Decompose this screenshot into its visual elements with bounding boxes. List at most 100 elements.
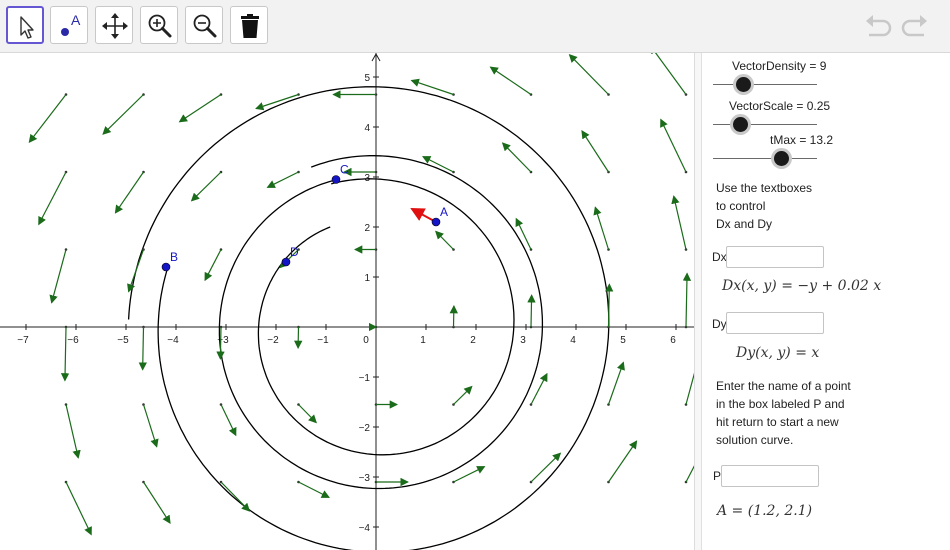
field-vector bbox=[190, 171, 222, 202]
field-vector bbox=[593, 206, 610, 250]
redo-icon bbox=[901, 15, 927, 37]
slider-tmax-knob[interactable] bbox=[774, 151, 789, 166]
x-tick-label: 3 bbox=[520, 335, 526, 346]
field-vector bbox=[298, 404, 317, 424]
y-tick-label: 5 bbox=[364, 73, 370, 84]
x-tick-label: −4 bbox=[167, 335, 179, 346]
slider-tmax-track[interactable] bbox=[713, 158, 817, 159]
slider-vector-scale-knob[interactable] bbox=[733, 117, 748, 132]
field-vector bbox=[608, 440, 638, 483]
field-vector bbox=[682, 272, 692, 328]
field-vector bbox=[298, 481, 330, 498]
undo-button[interactable] bbox=[863, 12, 893, 40]
move-tool-button[interactable] bbox=[6, 6, 44, 44]
solution-curve-d bbox=[257, 178, 515, 456]
instructions-point: Enter the name of a point in the box lab… bbox=[716, 377, 851, 449]
field-vector bbox=[453, 385, 473, 405]
instruction-line: Use the textboxes bbox=[716, 181, 813, 195]
p-label: P bbox=[713, 469, 722, 483]
dy-label: Dy bbox=[712, 317, 727, 331]
move-cross-icon bbox=[102, 13, 128, 39]
point-d[interactable] bbox=[281, 257, 291, 267]
point-a-result: A = (1.2, 2.1) bbox=[717, 503, 813, 519]
cursor-arrow-icon bbox=[20, 16, 34, 39]
field-vector bbox=[204, 249, 222, 282]
p-input[interactable] bbox=[721, 465, 819, 487]
slider-vector-scale-track[interactable] bbox=[713, 124, 817, 125]
instruction-line: Dx and Dy bbox=[716, 217, 773, 231]
instruction-line: to control bbox=[716, 199, 766, 213]
point-c-label: C bbox=[340, 163, 349, 177]
point-tool-button[interactable]: A bbox=[50, 6, 88, 44]
y-tick-label: 4 bbox=[364, 123, 370, 134]
slider-vector-density-label: VectorDensity = 9 bbox=[732, 59, 827, 73]
field-vector bbox=[220, 481, 251, 512]
field-vector bbox=[489, 66, 532, 95]
x-tick-label: 0 bbox=[363, 335, 369, 346]
x-tick-label: −5 bbox=[117, 335, 129, 346]
graphics-canvas[interactable]: −7 −6 −5 −4 −3 −2 −1 0 1 2 3 4 5 654321−1−2−3−4ABCD bbox=[0, 53, 695, 550]
y-tick-label: 2 bbox=[364, 223, 370, 234]
x-tick-label: 6 bbox=[670, 335, 676, 346]
field-vector bbox=[142, 481, 171, 524]
x-tick-label: 5 bbox=[620, 335, 626, 346]
graphics-view[interactable]: −7 −6 −5 −4 −3 −2 −1 0 1 2 3 4 5 6 5 4 3 2 1 −1 −2 −3 −4 A B C D bbox=[0, 53, 695, 550]
slider-vector-density-knob[interactable] bbox=[736, 77, 751, 92]
field-vector bbox=[581, 130, 610, 173]
instruction-line: solution curve. bbox=[716, 433, 794, 447]
toolbar: A bbox=[0, 0, 950, 53]
field-vector bbox=[435, 230, 454, 250]
field-vector bbox=[607, 361, 625, 405]
field-vector bbox=[127, 249, 145, 293]
x-tick-label: −1 bbox=[317, 335, 329, 346]
dx-formula: Dx(x, y) = −y + 0.02 x bbox=[722, 278, 882, 294]
zoom-in-icon bbox=[148, 14, 172, 38]
x-tick-label: 2 bbox=[470, 335, 476, 346]
instructions-textboxes: Use the textboxes to control Dx and Dy bbox=[716, 179, 812, 233]
field-vector bbox=[220, 404, 237, 437]
zoom-in-button[interactable] bbox=[140, 6, 178, 44]
y-tick-label: −2 bbox=[359, 423, 371, 434]
dx-input[interactable] bbox=[726, 246, 824, 268]
field-vector bbox=[38, 171, 67, 226]
field-vector bbox=[568, 53, 609, 95]
field-vector bbox=[142, 404, 159, 448]
zoom-out-button[interactable] bbox=[185, 6, 223, 44]
point-b-label: B bbox=[170, 250, 178, 264]
field-vector bbox=[60, 326, 70, 382]
field-vector bbox=[102, 94, 144, 135]
view-splitter[interactable] bbox=[694, 53, 701, 550]
point-d-label: D bbox=[290, 245, 299, 259]
solution-curve-c bbox=[218, 155, 544, 490]
point-c[interactable] bbox=[331, 175, 341, 184]
field-vector bbox=[65, 404, 81, 459]
y-tick-label: −3 bbox=[359, 473, 371, 484]
field-vector bbox=[49, 249, 67, 304]
control-panel: VectorDensity = 9 VectorScale = 0.25 tMa… bbox=[701, 53, 950, 550]
point-a[interactable] bbox=[431, 217, 441, 227]
redo-button[interactable] bbox=[900, 12, 930, 40]
field-vector bbox=[530, 452, 562, 483]
slider-vector-scale-label: VectorScale = 0.25 bbox=[729, 99, 831, 113]
zoom-out-icon bbox=[193, 14, 217, 38]
field-vector bbox=[266, 171, 299, 188]
move-graphics-view-button[interactable] bbox=[95, 6, 133, 44]
field-vector bbox=[114, 171, 144, 214]
dx-label: Dx bbox=[712, 250, 727, 264]
field-vector bbox=[138, 326, 147, 371]
point-tool-label: A bbox=[71, 12, 81, 28]
instruction-line: Enter the name of a point bbox=[716, 379, 851, 393]
y-tick-label: 1 bbox=[364, 273, 370, 284]
y-tick-label: −4 bbox=[359, 523, 371, 534]
field-vector bbox=[605, 283, 614, 328]
delete-button[interactable] bbox=[230, 6, 268, 44]
slider-vector-density-track[interactable] bbox=[713, 84, 817, 85]
x-tick-label: 1 bbox=[420, 335, 426, 346]
point-b[interactable] bbox=[161, 262, 171, 272]
x-tick-label: −7 bbox=[17, 335, 29, 346]
field-vector bbox=[28, 94, 67, 143]
field-vector bbox=[453, 466, 486, 483]
field-vector bbox=[178, 93, 222, 123]
field-vector bbox=[527, 294, 536, 328]
dy-input[interactable] bbox=[726, 312, 824, 334]
